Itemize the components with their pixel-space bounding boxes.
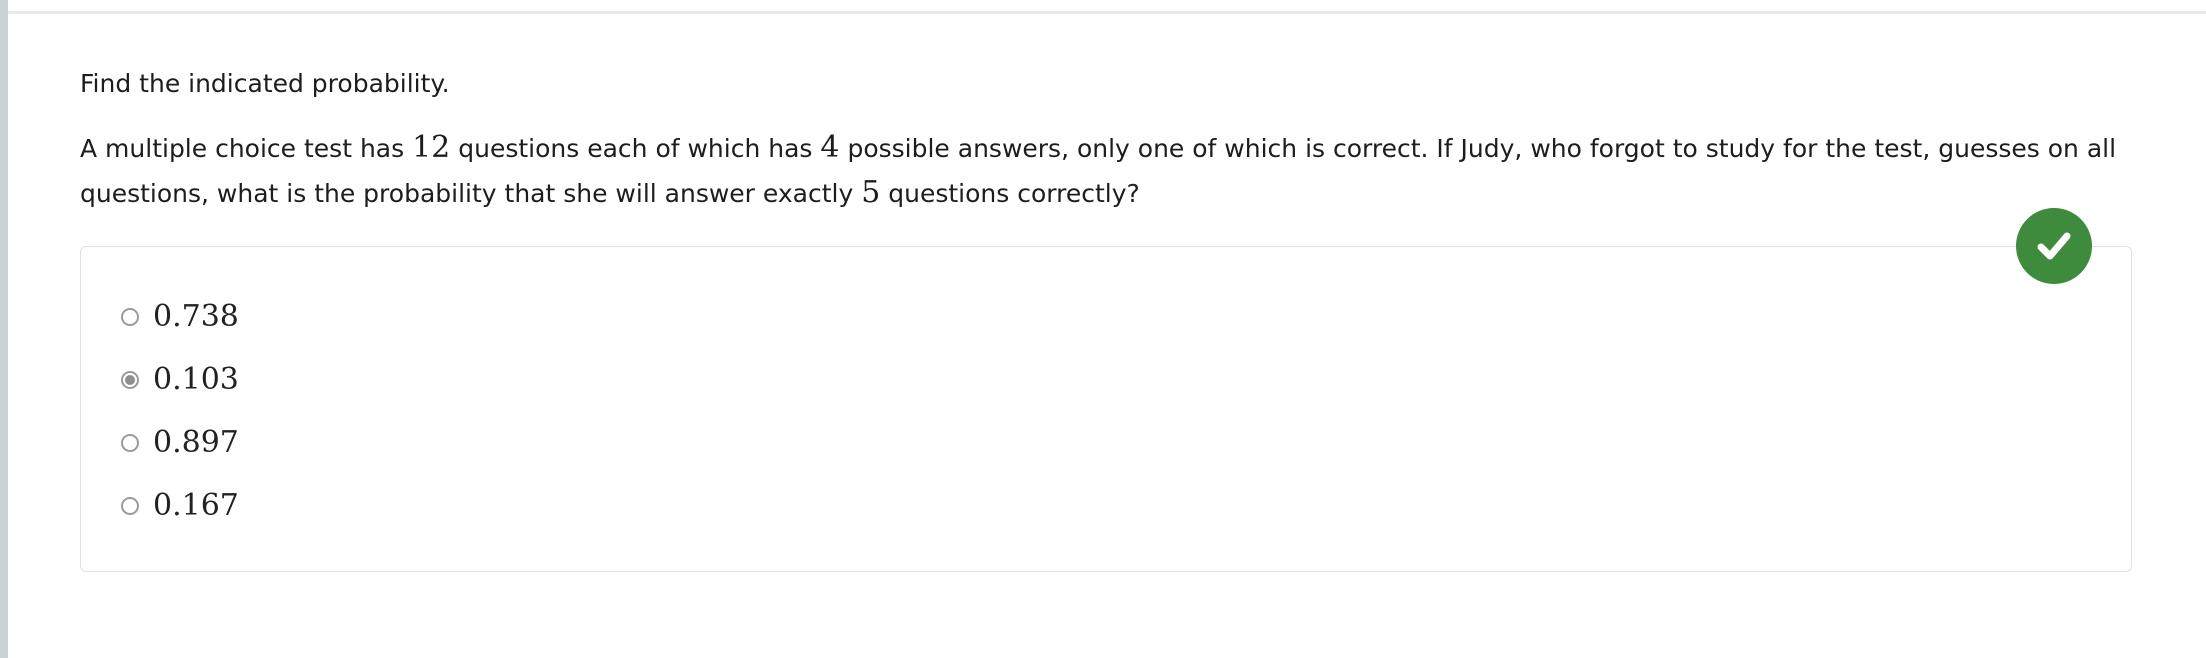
answer-choice-3[interactable]: 0.897 xyxy=(121,421,239,465)
correct-count-value: 5 xyxy=(861,175,881,210)
radio-button[interactable] xyxy=(121,434,139,452)
answer-choices-panel: 0.738 0.103 0.897 0.167 xyxy=(80,246,2132,572)
question-text-part-1: A multiple choice test has xyxy=(80,134,413,163)
option-count-value: 4 xyxy=(820,130,840,165)
answer-choice-label: 0.738 xyxy=(153,299,239,334)
answer-choice-label: 0.103 xyxy=(153,362,239,397)
question-text: A multiple choice test has 12 questions … xyxy=(80,126,2135,216)
answer-choice-2[interactable]: 0.103 xyxy=(121,358,239,402)
answer-choice-label: 0.167 xyxy=(153,488,239,523)
radio-button[interactable] xyxy=(121,371,139,389)
top-divider xyxy=(8,11,2206,14)
radio-button[interactable] xyxy=(121,308,139,326)
question-count-value: 12 xyxy=(412,130,451,165)
radio-button[interactable] xyxy=(121,497,139,515)
question-text-part-2: questions each of which has xyxy=(450,134,821,163)
answer-choice-4[interactable]: 0.167 xyxy=(121,484,239,528)
instruction-text: Find the indicated probability. xyxy=(80,69,450,98)
question-text-part-4: questions correctly? xyxy=(880,179,1140,208)
correct-answer-badge xyxy=(2016,208,2092,284)
checkmark-icon xyxy=(2037,232,2071,260)
left-rail xyxy=(0,0,8,658)
answer-choice-1[interactable]: 0.738 xyxy=(121,295,239,339)
answer-choice-label: 0.897 xyxy=(153,425,239,460)
